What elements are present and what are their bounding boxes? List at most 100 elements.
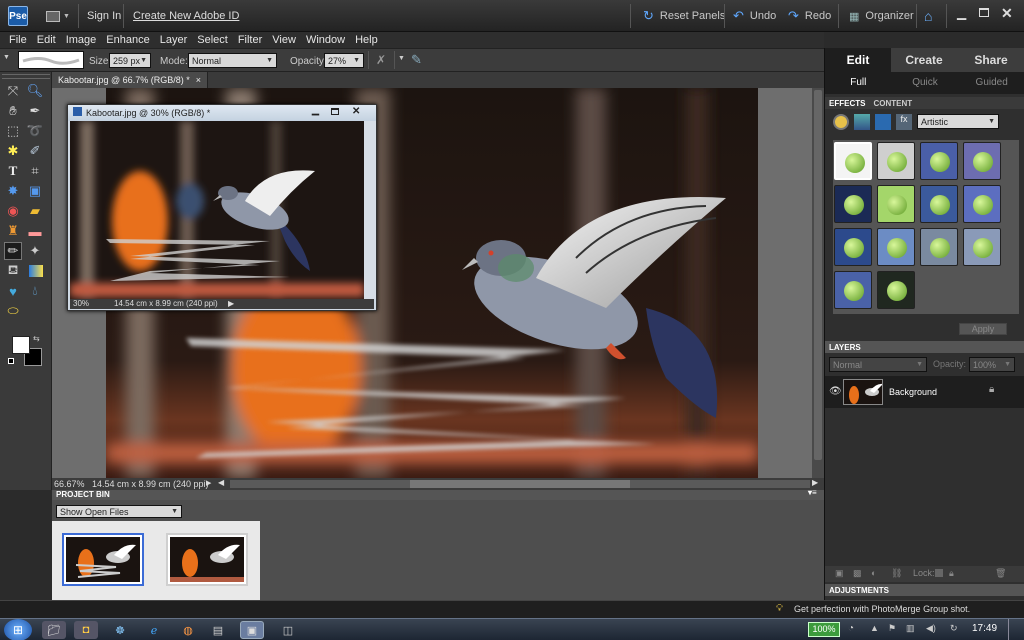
tablet-settings-icon[interactable]: ✎ bbox=[411, 52, 422, 68]
blend-mode-select[interactable]: Normal ▼ bbox=[829, 357, 927, 372]
cookie-cutter-tool-icon[interactable]: ✸ bbox=[4, 182, 22, 200]
firefox-taskbar-icon[interactable]: ◍ bbox=[176, 621, 200, 639]
organizer-taskbar-icon[interactable]: ◫ bbox=[276, 621, 300, 639]
scroll-right-icon[interactable]: ▶ bbox=[812, 478, 818, 487]
minimize-button[interactable]: ▁ bbox=[957, 6, 966, 20]
bin-thumbnail[interactable] bbox=[166, 533, 248, 586]
close-icon[interactable]: × bbox=[196, 75, 201, 85]
effect-thumbnail[interactable] bbox=[920, 228, 958, 266]
menu-enhance[interactable]: Enhance bbox=[101, 34, 154, 46]
close-button[interactable]: ✕ bbox=[1001, 5, 1013, 22]
project-bin-header[interactable]: PROJECT BIN ▾≡ bbox=[52, 488, 824, 500]
effect-thumbnail[interactable] bbox=[834, 228, 872, 266]
effect-thumbnail[interactable] bbox=[834, 271, 872, 309]
floating-document-window[interactable]: Kabootar.jpg @ 30% (RGB/8) * ▁ ✕ 30% 14.… bbox=[67, 104, 377, 311]
adjustment-layer-icon[interactable]: ◐ bbox=[871, 568, 876, 578]
lock-all-icon[interactable]: 🔒︎ bbox=[949, 568, 954, 579]
layer-styles-icon[interactable] bbox=[854, 114, 870, 130]
healing-brush-tool-icon[interactable]: ▰ bbox=[26, 202, 44, 220]
undo-button[interactable]: ↶ Undo bbox=[733, 6, 776, 26]
eyedropper-tool-icon[interactable]: ✒ bbox=[26, 102, 44, 120]
brush-tool-icon[interactable]: ✏ bbox=[4, 242, 22, 260]
minimize-button[interactable]: ▁ bbox=[312, 105, 319, 116]
effect-thumbnail[interactable] bbox=[877, 228, 915, 266]
clone-stamp-tool-icon[interactable]: ♜ bbox=[4, 222, 22, 240]
hand-tool-icon[interactable]: ✋︎ bbox=[4, 102, 22, 120]
horizontal-scrollbar[interactable] bbox=[230, 480, 810, 488]
effect-thumbnail[interactable] bbox=[920, 142, 958, 180]
mode-select[interactable]: Normal ▼ bbox=[188, 53, 277, 68]
effect-thumbnail[interactable] bbox=[834, 142, 872, 180]
new-layer-icon[interactable]: ▣ bbox=[835, 568, 844, 579]
network-taskbar-icon[interactable]: ☸ bbox=[108, 621, 132, 639]
layout-menu-button[interactable]: ▼ bbox=[46, 8, 72, 24]
start-button[interactable]: ⊞ bbox=[4, 619, 32, 640]
tab-edit[interactable]: Edit bbox=[825, 48, 891, 72]
move-tool-icon[interactable]: ⤧ bbox=[4, 82, 22, 100]
effect-thumbnail[interactable] bbox=[920, 185, 958, 223]
menu-select[interactable]: Select bbox=[192, 34, 233, 46]
foreground-color-swatch[interactable] bbox=[12, 336, 30, 354]
zoom-tool-icon[interactable]: 🔍︎ bbox=[26, 82, 44, 100]
sync-icon[interactable]: ↻ bbox=[950, 623, 958, 634]
zoom-level[interactable]: 66.67% bbox=[54, 479, 85, 489]
new-group-icon[interactable]: ▩ bbox=[853, 568, 862, 579]
lasso-tool-icon[interactable]: ➰ bbox=[26, 122, 44, 140]
red-eye-tool-icon[interactable]: ◉ bbox=[4, 202, 22, 220]
marquee-tool-icon[interactable]: ⬚ bbox=[4, 122, 22, 140]
scroll-left-icon[interactable]: ◀ bbox=[218, 478, 224, 487]
tab-share[interactable]: Share bbox=[957, 48, 1024, 72]
app-logo-icon[interactable]: Pse bbox=[8, 6, 28, 26]
subtab-guided[interactable]: Guided bbox=[958, 72, 1024, 94]
maximize-button[interactable] bbox=[331, 108, 339, 115]
bin-thumbnail-active[interactable] bbox=[62, 533, 144, 586]
tray-chevron-icon[interactable]: ▲ bbox=[870, 623, 879, 633]
create-adobe-id-link[interactable]: Create New Adobe ID bbox=[133, 10, 239, 22]
volume-control-icon[interactable]: ◔ bbox=[848, 623, 854, 634]
effects-category-select[interactable]: Artistic ▼ bbox=[917, 114, 999, 129]
adjustments-panel-header[interactable]: ADJUSTMENTS bbox=[825, 584, 1024, 596]
play-icon[interactable]: ▶ bbox=[228, 299, 234, 308]
panel-menu-icon[interactable]: ▾≡ bbox=[808, 488, 817, 497]
menu-window[interactable]: Window bbox=[301, 34, 350, 46]
sponge-tool-icon[interactable]: ⬭ bbox=[4, 302, 22, 320]
blur-tool-icon[interactable]: 💧︎ bbox=[26, 282, 44, 300]
document-tab[interactable]: Kabootar.jpg @ 66.7% (RGB/8) * × bbox=[52, 72, 208, 88]
menu-image[interactable]: Image bbox=[61, 34, 102, 46]
shape-tool-icon[interactable]: ♥ bbox=[4, 282, 22, 300]
lock-transparent-icon[interactable] bbox=[935, 569, 943, 577]
tip-text[interactable]: Get perfection with PhotoMerge Group sho… bbox=[794, 604, 970, 614]
effect-thumbnail[interactable] bbox=[877, 185, 915, 223]
battery-indicator[interactable]: 100% bbox=[808, 622, 840, 637]
action-center-icon[interactable]: ⚑ bbox=[888, 623, 896, 634]
play-icon[interactable]: ▶ bbox=[206, 479, 211, 487]
show-desktop-button[interactable] bbox=[1008, 619, 1024, 640]
app-taskbar-icon[interactable]: ▤ bbox=[206, 621, 230, 639]
airbrush-toggle-icon[interactable]: ✗ bbox=[376, 53, 386, 67]
redo-button[interactable]: ↷ Redo bbox=[788, 6, 831, 26]
tab-create[interactable]: Create bbox=[891, 48, 957, 72]
type-tool-icon[interactable]: T bbox=[4, 162, 22, 180]
quick-selection-tool-icon[interactable]: ✐ bbox=[26, 142, 44, 160]
organizer-button[interactable]: ▦ Organizer bbox=[849, 6, 914, 26]
opacity-field[interactable]: 27% ▼ bbox=[324, 53, 364, 68]
layer-row-background[interactable]: 👁︎ Background 🔒︎ bbox=[825, 376, 1024, 408]
content-tab[interactable]: CONTENT bbox=[873, 99, 912, 108]
photo-effects-icon[interactable] bbox=[875, 114, 891, 130]
scroll-thumb[interactable] bbox=[410, 480, 630, 488]
swap-colors-icon[interactable]: ⇆ bbox=[33, 334, 40, 343]
default-colors-icon[interactable] bbox=[8, 358, 14, 364]
sign-in-link[interactable]: Sign In bbox=[87, 10, 121, 22]
photoshop-elements-taskbar-icon[interactable]: ▣ bbox=[240, 621, 264, 639]
link-layers-icon[interactable]: ⛓ bbox=[891, 568, 902, 579]
home-button[interactable]: ⌂ bbox=[924, 8, 940, 24]
ie-taskbar-icon[interactable]: ℯ bbox=[142, 621, 166, 639]
effect-thumbnail[interactable] bbox=[963, 185, 1001, 223]
paint-bucket-tool-icon[interactable]: ⛾ bbox=[4, 262, 22, 280]
menu-file[interactable]: File bbox=[4, 34, 32, 46]
window-scrollbar[interactable] bbox=[364, 121, 376, 299]
effects-tab[interactable]: EFFECTS bbox=[829, 99, 873, 108]
tool-preset-picker[interactable]: ▼ bbox=[3, 54, 10, 61]
clock[interactable]: 17:49 bbox=[972, 623, 997, 634]
explorer-taskbar-icon[interactable]: 📁︎ bbox=[42, 621, 66, 639]
